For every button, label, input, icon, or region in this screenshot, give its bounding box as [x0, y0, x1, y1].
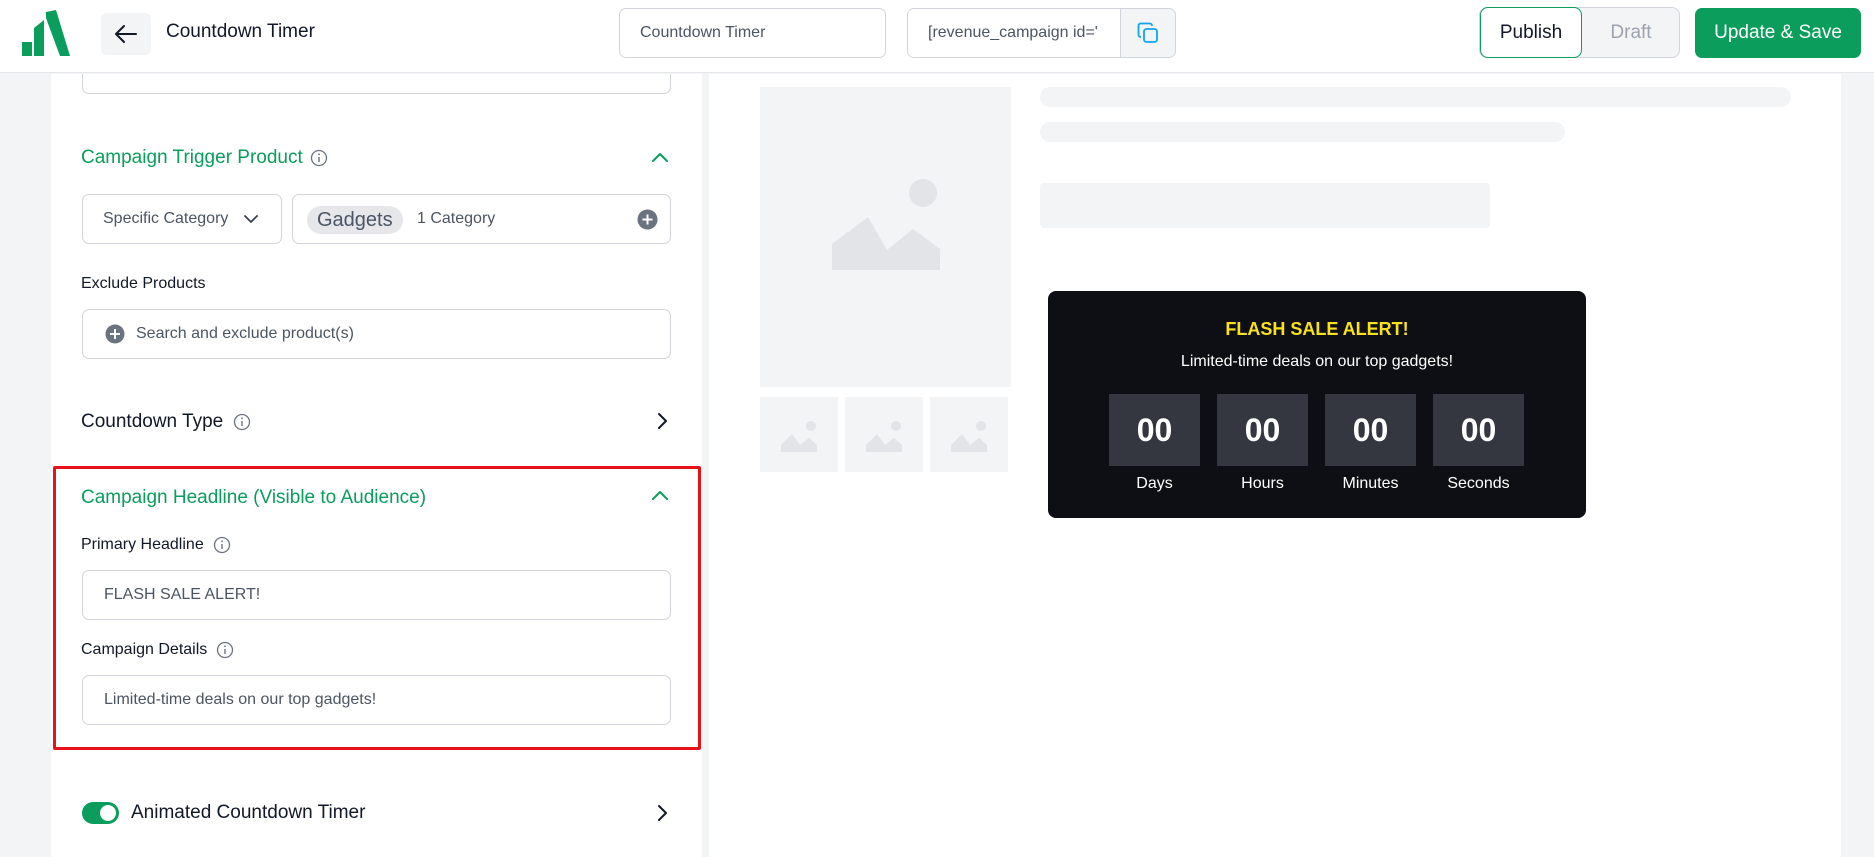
update-save-button[interactable]: Update & Save: [1695, 8, 1861, 58]
info-icon[interactable]: [213, 536, 231, 554]
category-selector[interactable]: Gadgets 1 Category: [292, 194, 671, 244]
countdown-days-label: Days: [1136, 475, 1173, 492]
exclude-products-search[interactable]: Search and exclude product(s): [82, 309, 671, 359]
previous-field: [82, 74, 671, 94]
animated-timer-title[interactable]: Animated Countdown Timer: [131, 802, 365, 824]
copy-shortcode-button[interactable]: [1120, 9, 1175, 57]
chevron-up-icon[interactable]: [651, 487, 669, 505]
trigger-type-select[interactable]: Specific Category: [82, 194, 282, 244]
countdown-minutes: 00 Minutes: [1325, 394, 1416, 493]
trigger-product-title[interactable]: Campaign Trigger Product: [81, 147, 303, 169]
countdown-details: Limited-time deals on our top gadgets!: [1180, 353, 1454, 370]
chevron-right-icon[interactable]: [653, 804, 671, 822]
countdown-days: 00 Days: [1109, 394, 1200, 493]
right-gutter: [1841, 74, 1874, 857]
shortcode-field: [907, 8, 1176, 58]
countdown-hours: 00 Hours: [1217, 394, 1308, 493]
image-placeholder-icon: [832, 179, 940, 270]
arrow-left-icon: [115, 25, 137, 43]
skeleton-line: [1040, 122, 1565, 142]
chevron-right-icon[interactable]: [653, 412, 671, 430]
toggle-knob: [100, 805, 116, 821]
primary-headline-label: Primary Headline: [81, 536, 204, 553]
product-thumbnail[interactable]: [845, 397, 923, 472]
shortcode-input[interactable]: [908, 9, 1121, 57]
publish-button[interactable]: Publish: [1480, 7, 1582, 58]
countdown-seconds-label: Seconds: [1447, 475, 1510, 492]
countdown-seconds-value: 00: [1433, 394, 1524, 466]
add-category-icon[interactable]: [637, 209, 658, 230]
image-placeholder-icon: [951, 421, 987, 452]
product-image-placeholder: [760, 87, 1011, 387]
countdown-hours-label: Hours: [1241, 475, 1284, 492]
category-chip[interactable]: Gadgets: [307, 206, 403, 234]
countdown-headline: FLASH SALE ALERT!: [1225, 319, 1409, 339]
info-icon[interactable]: [310, 149, 328, 167]
app-logo: [22, 10, 70, 56]
product-thumbnail[interactable]: [760, 397, 838, 472]
page-title: Countdown Timer: [166, 21, 315, 42]
animated-timer-toggle[interactable]: [82, 802, 119, 824]
image-placeholder-icon: [866, 421, 902, 452]
trigger-type-value: Specific Category: [103, 210, 229, 227]
countdown-minutes-value: 00: [1325, 394, 1416, 466]
top-bar: Countdown Timer Publish Draft Update & S…: [0, 0, 1874, 73]
chevron-up-icon[interactable]: [651, 149, 669, 167]
campaign-headline-title[interactable]: Campaign Headline (Visible to Audience): [81, 487, 426, 509]
image-placeholder-icon: [781, 421, 817, 452]
exclude-products-placeholder: Search and exclude product(s): [136, 325, 354, 342]
skeleton-line: [1040, 87, 1791, 107]
back-button[interactable]: [101, 13, 151, 55]
plus-circle-icon: [105, 324, 125, 344]
status-toggle: Publish Draft: [1479, 7, 1680, 58]
info-icon[interactable]: [216, 641, 234, 659]
countdown-minutes-label: Minutes: [1342, 475, 1399, 492]
campaign-name-input[interactable]: [619, 8, 886, 58]
draft-button[interactable]: Draft: [1582, 8, 1680, 57]
campaign-details-input[interactable]: [82, 675, 671, 725]
skeleton-block: [1040, 183, 1490, 228]
preview-panel: FLASH SALE ALERT! Limited-time deals on …: [709, 74, 1841, 857]
primary-headline-input[interactable]: [82, 570, 671, 620]
product-thumbnail[interactable]: [930, 397, 1008, 472]
countdown-preview: FLASH SALE ALERT! Limited-time deals on …: [1048, 291, 1586, 518]
countdown-type-title[interactable]: Countdown Type: [81, 411, 223, 433]
info-icon[interactable]: [233, 413, 251, 431]
countdown-seconds: 00 Seconds: [1433, 394, 1524, 493]
chevron-down-icon: [244, 215, 258, 223]
category-count: 1 Category: [417, 210, 496, 227]
campaign-details-label: Campaign Details: [81, 641, 208, 658]
countdown-days-value: 00: [1109, 394, 1200, 466]
exclude-products-label: Exclude Products: [81, 275, 206, 292]
countdown-hours-value: 00: [1217, 394, 1308, 466]
copy-icon: [1137, 22, 1158, 43]
settings-panel: Campaign Trigger Product Specific Catego…: [51, 74, 702, 857]
